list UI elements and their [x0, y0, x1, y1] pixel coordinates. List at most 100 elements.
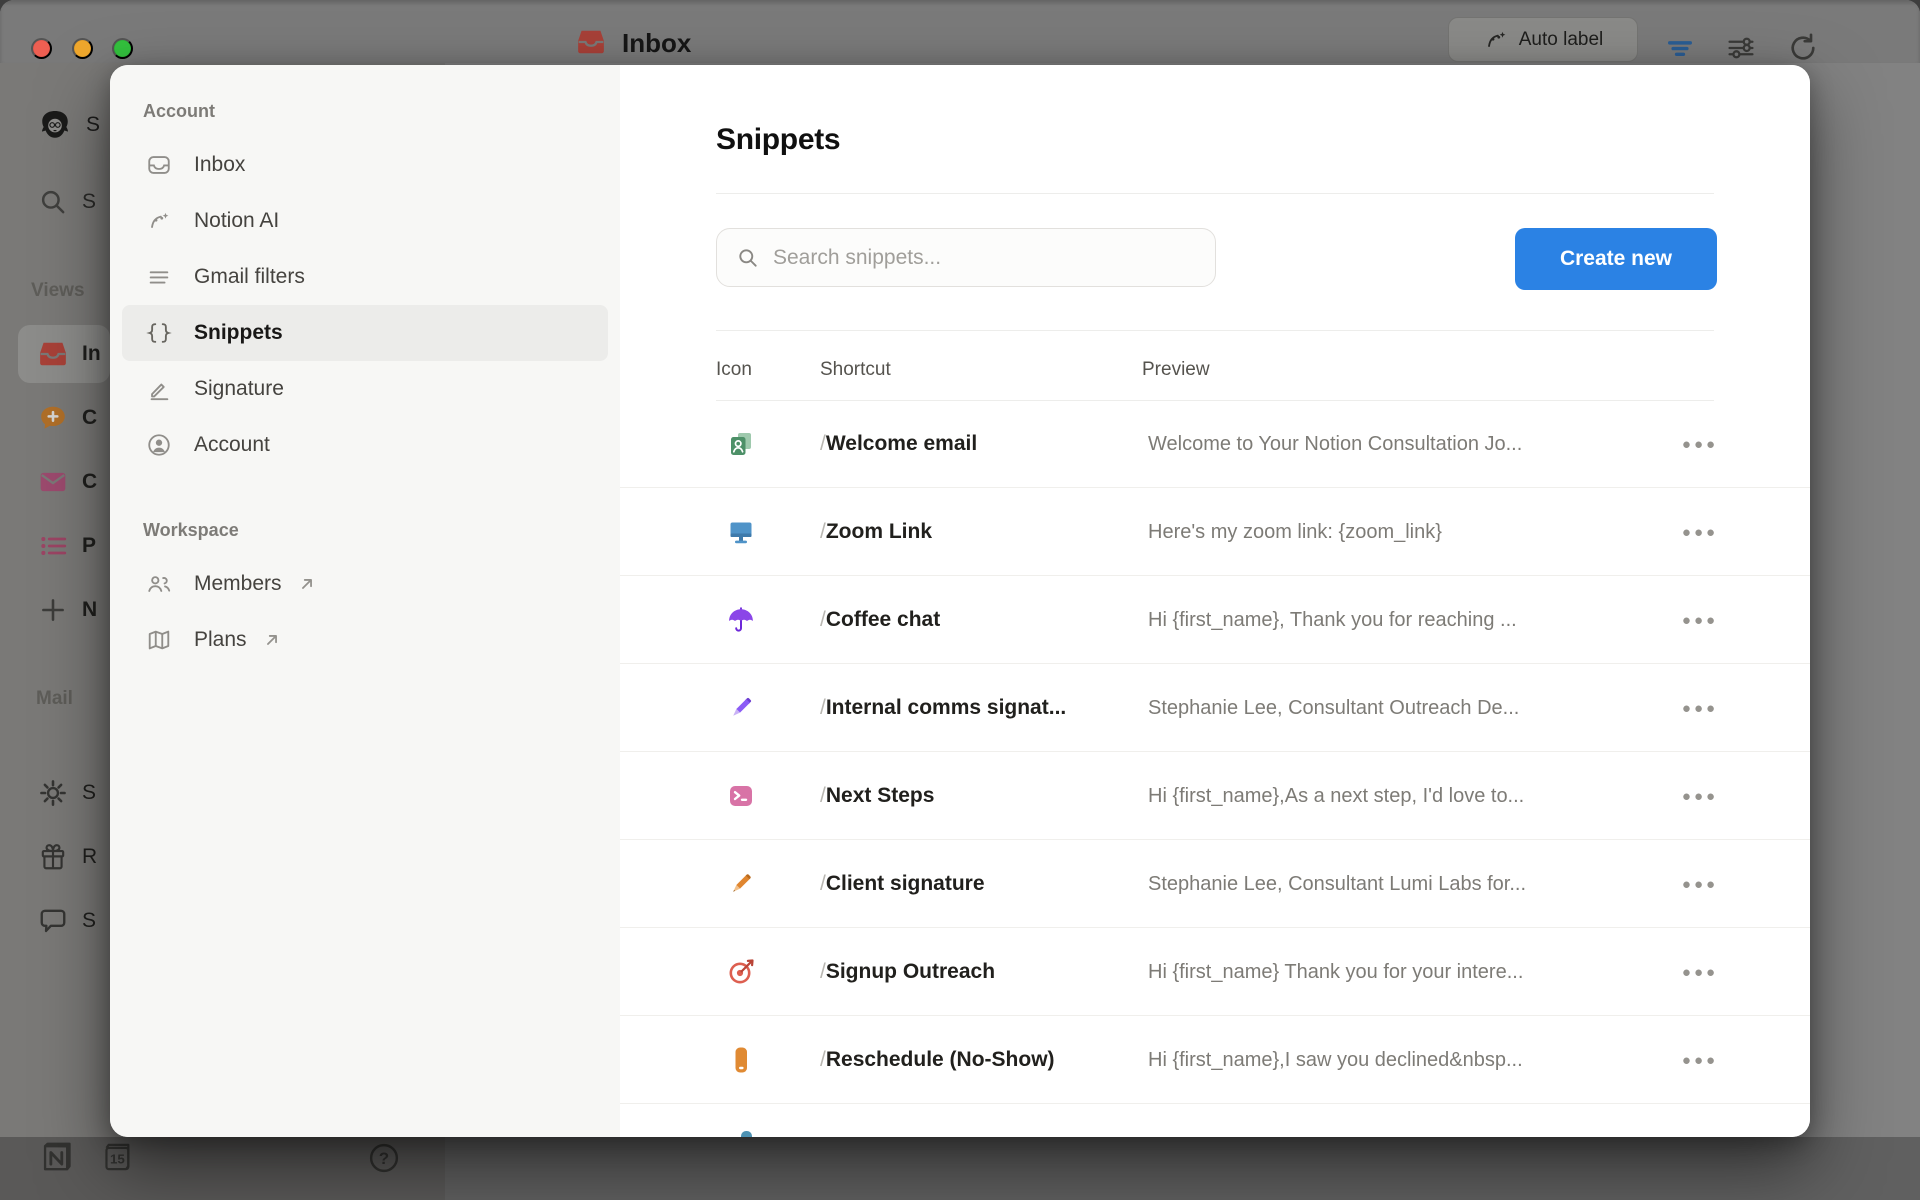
umbrella-icon: [727, 606, 755, 634]
help-icon[interactable]: ?: [366, 1140, 402, 1176]
settings-modal: Account Inbox Notion AI: [110, 65, 1810, 1137]
divider: [716, 330, 1714, 331]
avatar: [38, 108, 72, 142]
braces-icon: [146, 320, 172, 346]
settings-nav-item[interactable]: Notion AI: [122, 193, 608, 249]
notion-logo-icon[interactable]: [38, 1139, 74, 1175]
calendar-icon[interactable]: 15: [100, 1139, 136, 1175]
external-link-icon: [298, 575, 316, 593]
search-input[interactable]: [773, 246, 1193, 270]
snippets-panel: Snippets Create new Icon Shortcut Previe…: [620, 65, 1810, 1137]
settings-nav-item[interactable]: Members: [122, 556, 608, 612]
more-options-button[interactable]: ●●●: [1672, 692, 1728, 724]
table-row[interactable]: /Signup Outreach Hi {first_name} Thank y…: [620, 928, 1810, 1016]
views-section-label: Views: [31, 280, 85, 302]
search-icon: [736, 246, 760, 270]
account-settings-list: Inbox Notion AI Gmail filters: [110, 137, 620, 473]
bg-gift-icon: [38, 842, 68, 872]
refresh-icon[interactable]: [1786, 31, 1820, 65]
snippet-search[interactable]: [716, 228, 1216, 287]
members-icon: [146, 571, 172, 597]
signature-icon: [146, 376, 172, 402]
shortcut-name: Client signature: [826, 872, 985, 895]
page-title: Inbox: [622, 28, 691, 59]
settings-nav-item[interactable]: Plans: [122, 612, 608, 668]
notion-ai-icon: [146, 208, 172, 234]
app-window: Inbox Auto label S S Views In C: [0, 0, 1920, 1200]
table-row[interactable]: /Coffee chat Hi {first_name}, Thank you …: [620, 576, 1810, 664]
minimize-button[interactable]: [72, 38, 93, 59]
shortcut-name: Next Steps: [826, 784, 935, 807]
section-label-workspace: Workspace: [143, 520, 239, 541]
snippet-preview: Stephanie Lee, Consultant Outreach De...: [1148, 697, 1519, 720]
more-options-button[interactable]: ●●●: [1672, 868, 1728, 900]
external-link-icon: [263, 631, 281, 649]
ai-face-icon: [1483, 27, 1509, 53]
divider: [716, 193, 1714, 194]
map-icon: [146, 627, 172, 653]
inbox-tray-icon: [146, 152, 172, 178]
shortcut-name: Reschedule (No-Show): [826, 1048, 1055, 1071]
more-options-button[interactable]: ●●●: [1672, 956, 1728, 988]
shortcut-name: Internal comms signat...: [826, 696, 1066, 719]
bg-plus-icon: [38, 595, 68, 625]
bg-inbox-icon: [38, 339, 68, 369]
table-row[interactable]: /Reschedule (No-Show) Hi {first_name},I …: [620, 1016, 1810, 1104]
workspace-settings-list: Members Plans: [110, 556, 620, 668]
panel-title: Snippets: [716, 123, 840, 157]
table-row[interactable]: /Zoom Link Here's my zoom link: {zoom_li…: [620, 488, 1810, 576]
zoom-button[interactable]: [112, 38, 133, 59]
table-row[interactable]: /Welcome email Welcome to Your Notion Co…: [620, 400, 1810, 488]
snippets-table: /Welcome email Welcome to Your Notion Co…: [620, 400, 1810, 1104]
settings-nav-item[interactable]: Inbox: [122, 137, 608, 193]
bg-gear-icon: [38, 778, 68, 808]
snippet-preview: Hi {first_name},As a next step, I'd love…: [1148, 785, 1524, 808]
search-icon: [38, 187, 68, 217]
column-header-preview: Preview: [1142, 359, 1210, 381]
settings-nav-item[interactable]: Account: [122, 417, 608, 473]
settings-nav-item[interactable]: Gmail filters: [122, 249, 608, 305]
bg-envelope-icon: [38, 467, 68, 497]
close-button[interactable]: [31, 38, 52, 59]
table-row[interactable]: /Client signature Stephanie Lee, Consult…: [620, 840, 1810, 928]
more-options-button[interactable]: ●●●: [1672, 428, 1728, 460]
table-row[interactable]: /Next Steps Hi {first_name},As a next st…: [620, 752, 1810, 840]
auto-label-button[interactable]: Auto label: [1448, 17, 1638, 62]
snippet-preview: Hi {first_name},I saw you declined&nbsp.…: [1148, 1049, 1523, 1072]
sliders-icon[interactable]: [1724, 31, 1758, 65]
more-options-button[interactable]: ●●●: [1672, 780, 1728, 812]
bg-chat-icon: [38, 403, 68, 433]
partial-next-row-icon: [741, 1131, 752, 1137]
create-new-button[interactable]: Create new: [1515, 228, 1717, 290]
svg-text:?: ?: [379, 1149, 389, 1168]
settings-nav-item[interactable]: Snippets: [122, 305, 608, 361]
column-header-shortcut: Shortcut: [820, 359, 891, 381]
snippet-preview: Here's my zoom link: {zoom_link}: [1148, 521, 1442, 544]
person-circle-icon: [146, 432, 172, 458]
shortcut-name: Signup Outreach: [826, 960, 995, 983]
shortcut-name: Zoom Link: [826, 520, 932, 543]
bg-speech-icon: [38, 906, 68, 936]
more-options-button[interactable]: ●●●: [1672, 516, 1728, 548]
search-label-partial: S: [82, 190, 96, 214]
shortcut-name: Welcome email: [826, 432, 977, 455]
snippet-preview: Stephanie Lee, Consultant Lumi Labs for.…: [1148, 873, 1526, 896]
settings-nav-item[interactable]: Signature: [122, 361, 608, 417]
workspace-name-partial: S: [86, 113, 100, 137]
svg-text:15: 15: [110, 1152, 125, 1167]
filter-icon[interactable]: [1663, 31, 1697, 65]
more-options-button[interactable]: ●●●: [1672, 1044, 1728, 1076]
more-options-button[interactable]: ●●●: [1672, 604, 1728, 636]
bg-list-icon: [38, 531, 68, 561]
snippet-preview: Welcome to Your Notion Consultation Jo..…: [1148, 433, 1522, 456]
target-icon: [727, 958, 755, 986]
settings-sidebar: Account Inbox Notion AI: [110, 65, 620, 1137]
terminal-icon: [727, 782, 755, 810]
section-label-account: Account: [143, 101, 215, 122]
pencil-orange-icon: [727, 870, 755, 898]
inbox-page-title: Inbox: [576, 27, 691, 59]
snippet-preview: Hi {first_name} Thank you for your inter…: [1148, 961, 1523, 984]
modal-bottom-shadow: [0, 1137, 1920, 1200]
book-icon: [727, 1046, 755, 1074]
table-row[interactable]: /Internal comms signat... Stephanie Lee,…: [620, 664, 1810, 752]
